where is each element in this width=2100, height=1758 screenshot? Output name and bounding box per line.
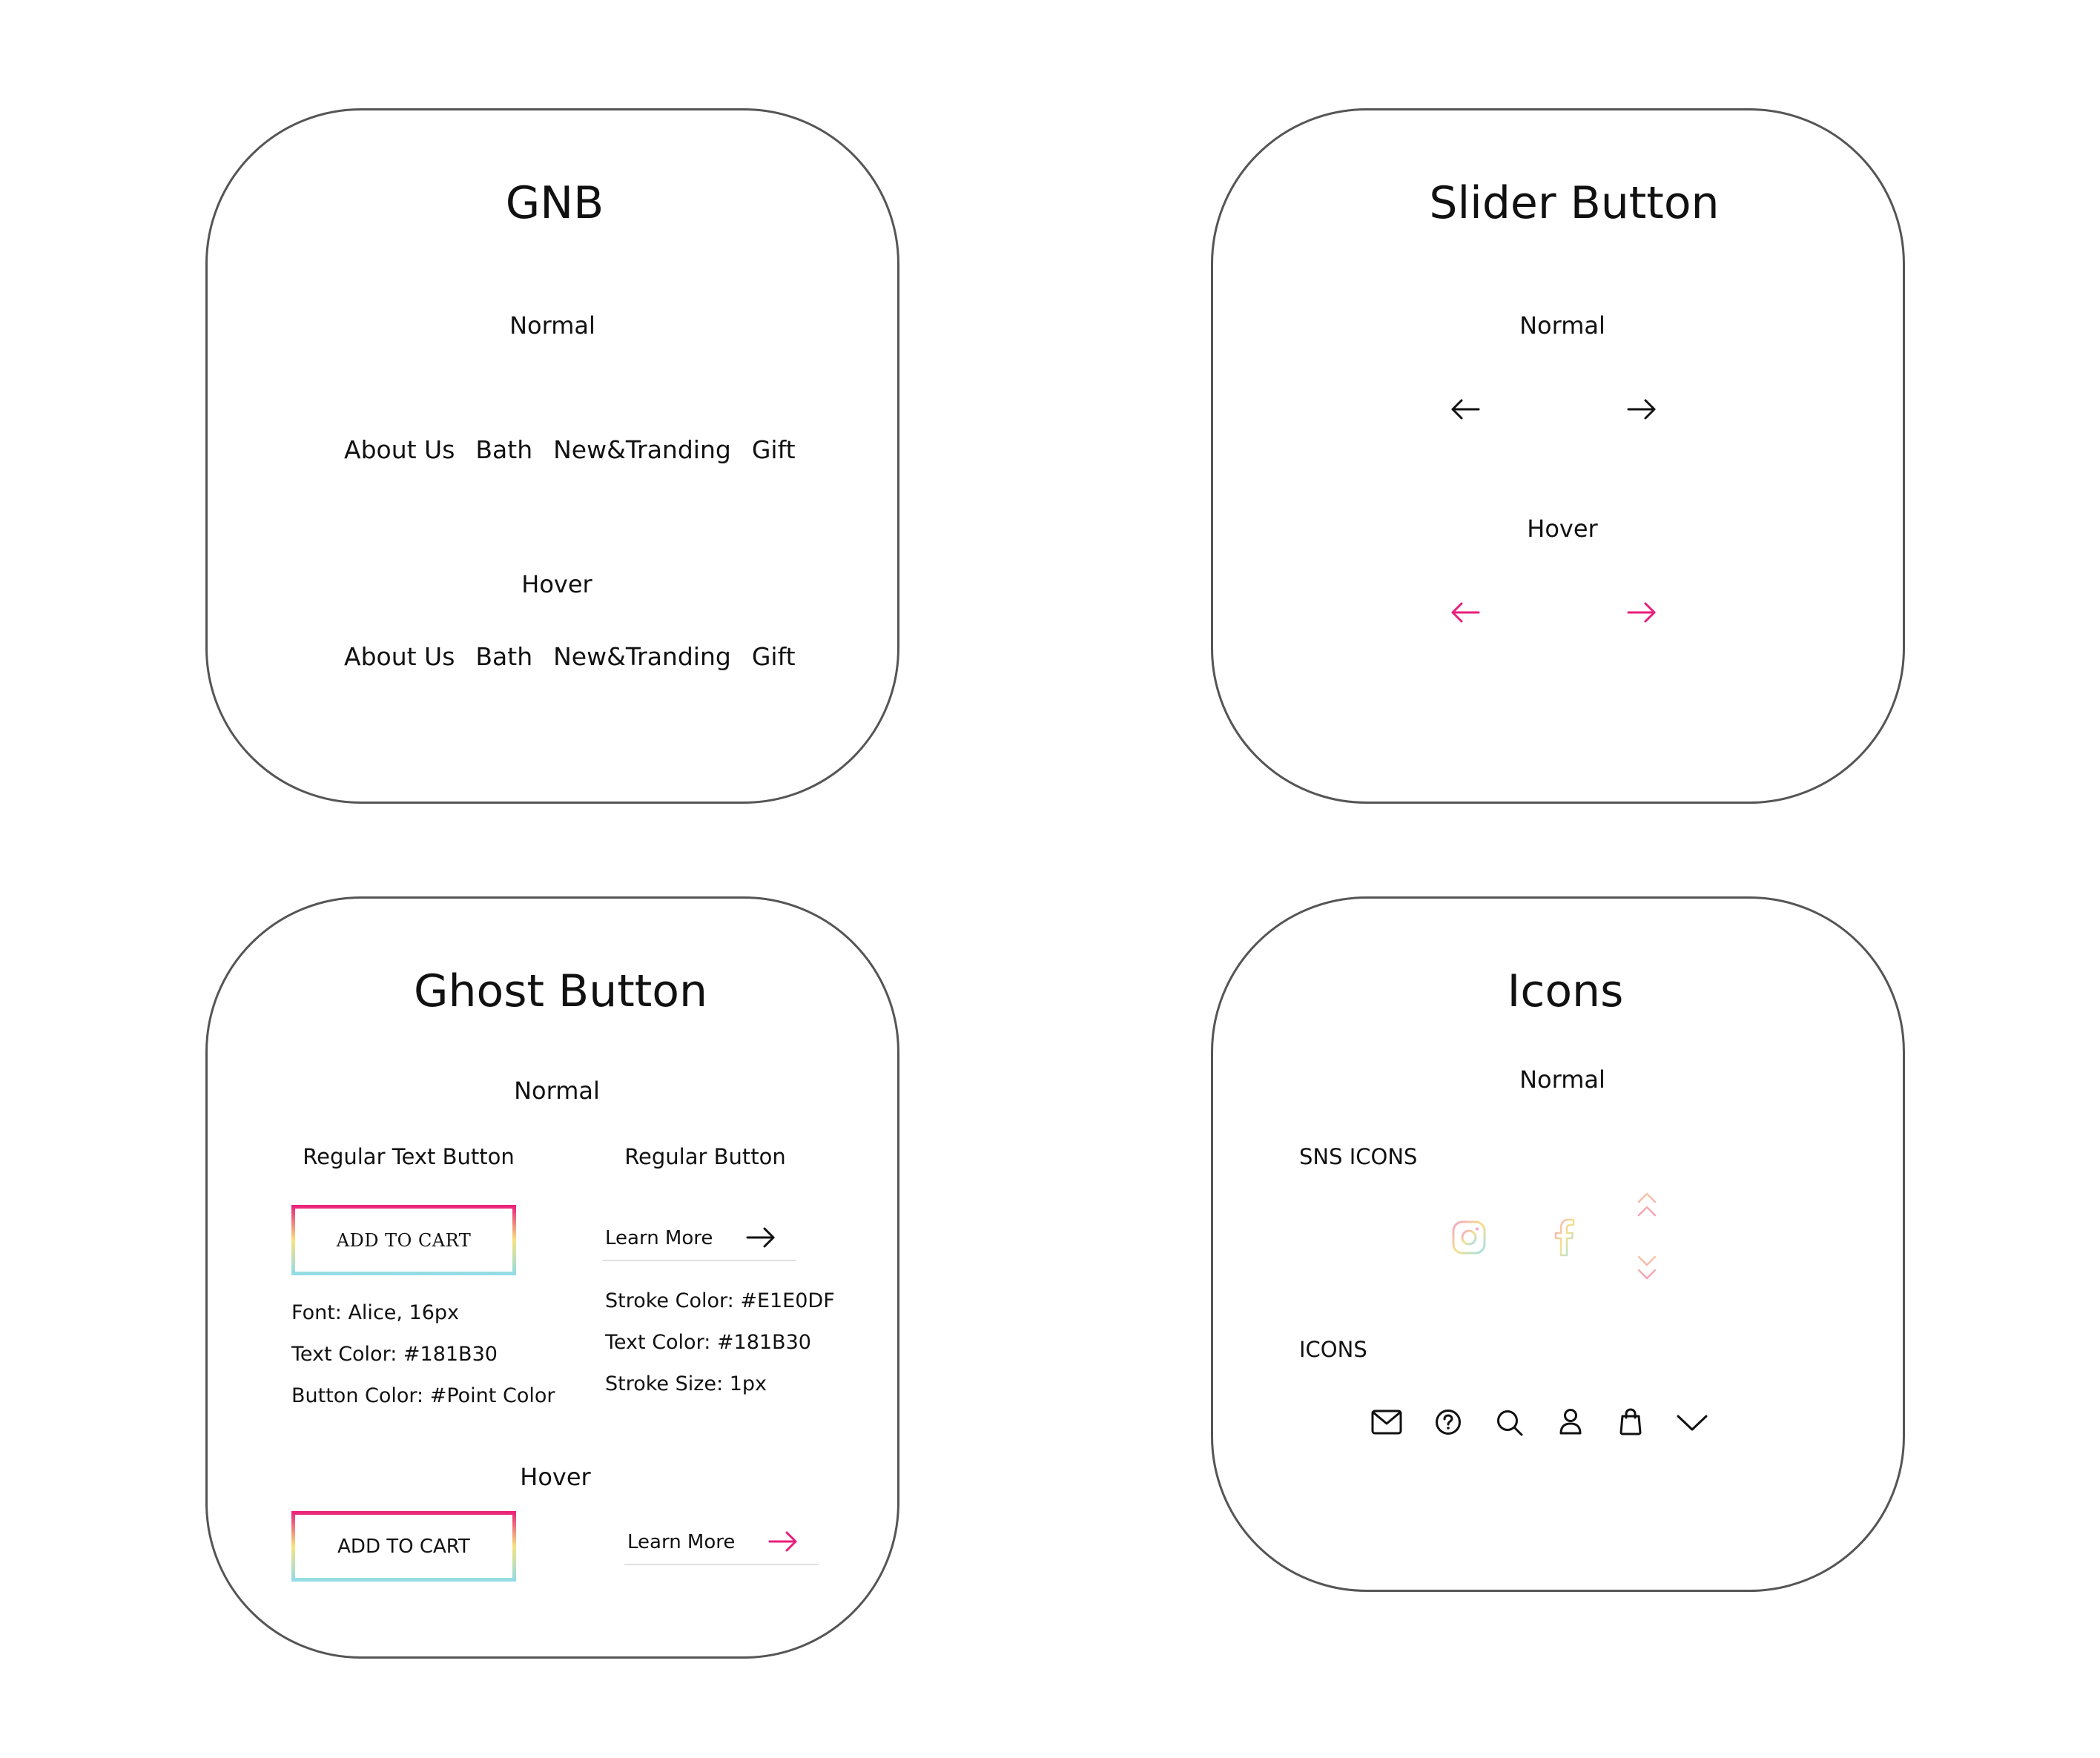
icons-title: Icons [1507,965,1624,1017]
slider-card: Slider Button Normal Hover [1211,108,1905,804]
arrow-left-hover-icon[interactable] [1450,601,1480,624]
nav-item-new-tranding[interactable]: New&Tranding [553,437,731,462]
instagram-icon[interactable] [1451,1220,1487,1255]
add-to-cart-button[interactable]: ADD TO CART [291,1205,516,1275]
icons-heading: ICONS [1299,1337,1367,1362]
spec-stroke-color: Stroke Color: #E1E0DF [605,1289,835,1312]
slider-title: Slider Button [1429,177,1720,229]
scroll-up-down-icon[interactable] [1636,1192,1658,1281]
facebook-icon[interactable] [1553,1218,1577,1257]
chevron-down-icon[interactable] [1676,1413,1708,1432]
add-to-cart-hover-label: ADD TO CART [337,1535,470,1558]
arrow-right-hover-icon [768,1531,797,1552]
learn-more-button[interactable]: Learn More [602,1223,796,1261]
slider-hover-label: Hover [1527,515,1598,543]
spec-text-color: Text Color: #181B30 [291,1343,498,1366]
learn-more-hover-label: Learn More [627,1531,736,1553]
nav-item-bath-hover[interactable]: Bath [475,644,532,669]
gnb-normal-label: Normal [509,311,595,340]
gnb-title: GNB [505,177,604,229]
gnb-nav-hover: About Us Bath New&Tranding Gift [344,644,796,669]
learn-more-label: Learn More [605,1227,713,1249]
icons-normal-label: Normal [1519,1065,1605,1094]
arrow-left-icon[interactable] [1450,398,1480,420]
sns-icons-heading: SNS ICONS [1299,1144,1418,1169]
icons-card: Icons Normal SNS ICONS ICONS [1211,896,1905,1592]
nav-item-about-us-hover[interactable]: About Us [344,644,455,669]
arrow-right-hover-icon[interactable] [1627,601,1657,624]
user-icon[interactable] [1559,1408,1582,1435]
regular-button-heading: Regular Button [624,1144,786,1169]
learn-more-button-hover[interactable]: Learn More [624,1527,819,1565]
search-icon[interactable] [1496,1409,1524,1437]
nav-item-gift[interactable]: Gift [752,437,796,462]
bag-icon[interactable] [1619,1407,1642,1435]
gnb-hover-label: Hover [521,570,592,598]
slider-normal-label: Normal [1519,311,1605,340]
arrow-right-icon[interactable] [1627,398,1657,420]
spec-stroke-size: Stroke Size: 1px [605,1372,767,1395]
ghost-hover-label: Hover [520,1463,591,1491]
gnb-card: GNB Normal About Us Bath New&Tranding Gi… [205,108,899,804]
regular-text-button-heading: Regular Text Button [303,1144,515,1169]
ghost-button-card: Ghost Button Normal Regular Text Button … [205,896,899,1659]
mail-icon[interactable] [1371,1410,1402,1435]
nav-item-bath[interactable]: Bath [475,437,532,462]
gnb-nav-normal: About Us Bath New&Tranding Gift [344,437,796,462]
spec-font: Font: Alice, 16px [291,1301,460,1324]
spec-learn-text-color: Text Color: #181B30 [605,1331,811,1354]
add-to-cart-button-hover[interactable]: ADD TO CART [291,1511,516,1582]
nav-item-gift-hover[interactable]: Gift [752,644,796,669]
nav-item-about-us[interactable]: About Us [344,437,455,462]
help-icon[interactable] [1435,1409,1462,1435]
ghost-title: Ghost Button [413,965,708,1017]
add-to-cart-label: ADD TO CART [336,1229,472,1251]
arrow-right-icon [746,1227,775,1248]
nav-item-new-tranding-hover[interactable]: New&Tranding [553,644,731,669]
spec-button-color: Button Color: #Point Color [291,1384,555,1407]
ghost-normal-label: Normal [514,1077,600,1105]
